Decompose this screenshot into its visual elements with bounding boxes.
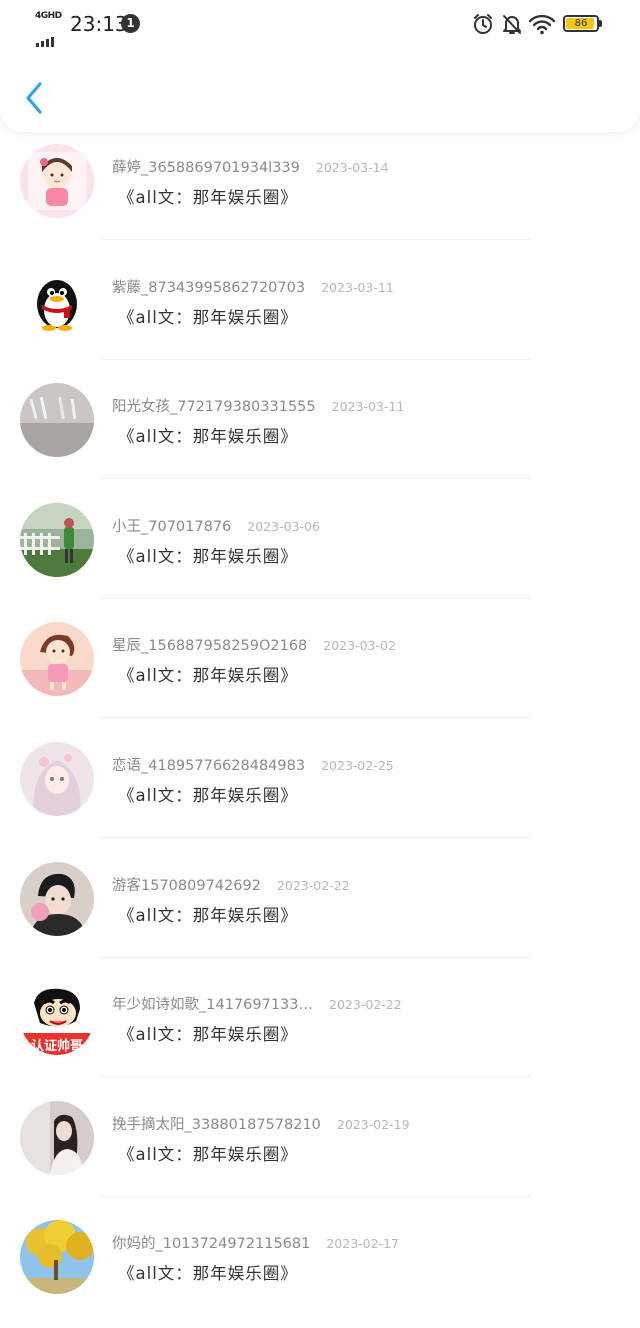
user-name-text: 恋语_41895776628484983 [112,757,306,774]
book-title: 《all文：那年娱乐圈》 [118,546,298,566]
book-title: 《all文：那年娱乐圈》 [118,1264,298,1284]
date: 2023-02-22 [276,877,350,893]
user-name: 恋语_41895776628484983 2023-02-25 [112,754,394,775]
avatar[interactable] [20,144,94,218]
list-item[interactable]: 挽手摘太阳_33880187578210 2023-02-19 《all文：那年娱… [0,1089,640,1209]
status-bar: 4GHD 23:13 1 86 [0,0,640,50]
date: 2023-02-17 [326,1236,400,1252]
avatar[interactable] [20,741,94,816]
divider [100,239,530,240]
book-title: 《all文：那年娱乐圈》 [118,905,298,925]
avatar[interactable] [20,1100,94,1175]
book-title: 《all文：那年娱乐圈》 [118,1144,298,1164]
avatar[interactable] [20,263,94,338]
signal-icon [36,25,56,47]
divider [100,358,530,360]
battery-level: 86 [574,18,588,29]
user-name: 星辰_156887958259O2168 2023-03-02 [112,634,396,655]
list-item[interactable]: 星辰_156887958259O2168 2023-03-02 《all文：那年娱… [0,610,640,730]
user-name: 挽手摘太阳_33880187578210 2023-02-19 [112,1113,410,1134]
user-name: 阳光女孩_772179380331555 2023-03-11 [112,395,404,416]
avatar[interactable] [20,622,94,697]
bell-off-icon [501,13,523,40]
notification-badge: 1 [121,14,140,33]
list-item[interactable]: 阳光女孩_772179380331555 2023-03-11 《all文：那年娱… [0,371,640,491]
wifi-icon [528,13,556,40]
date: 2023-03-11 [331,399,405,415]
alarm-icon [472,13,494,40]
user-name-text: 小王_707017876 [112,518,232,535]
avatar[interactable] [20,383,94,458]
user-name: 年少如诗如歌_1417697133… 2023-02-22 [112,993,402,1014]
avatar[interactable] [20,861,94,936]
date: 2023-02-22 [329,997,402,1013]
book-title: 《all文：那年娱乐圈》 [118,1025,298,1045]
divider [100,836,530,838]
user-name-text: 薛婷_3658869701934l339 [112,160,300,176]
date: 2023-03-11 [321,279,394,295]
avatar-badge-text: 认证帅哥 [31,1038,83,1054]
divider [100,717,530,719]
divider [100,1076,530,1078]
date: 2023-03-06 [247,518,320,534]
divider [100,956,530,958]
user-name: 小王_707017876 2023-03-06 [112,515,320,536]
battery-icon: 86 [563,15,602,32]
network-indicator: 4GHD [35,11,63,47]
user-name: 你妈的_1013724972115681 2023-02-17 [112,1232,399,1253]
back-button[interactable] [18,78,54,118]
divider [100,1195,530,1197]
divider [100,478,530,480]
book-title: 《all文：那年娱乐圈》 [118,666,298,686]
list-item[interactable]: 恋语_41895776628484983 2023-02-25 《all文：那年娱… [0,730,640,850]
chevron-left-icon [26,82,42,114]
user-name-text: 游客1570809742692 [112,877,261,894]
user-name-text: 阳光女孩_772179380331555 [112,399,316,416]
book-title: 《all文：那年娱乐圈》 [118,307,298,327]
divider [100,597,530,599]
user-name: 紫藤_87343995862720703 2023-03-11 [112,276,394,297]
date: 2023-02-19 [336,1116,410,1132]
book-title: 《all文：那年娱乐圈》 [118,785,298,805]
user-name-text: 星辰_156887958259O2168 [112,638,308,655]
avatar[interactable]: 认证帅哥 [20,981,94,1056]
avatar[interactable] [20,502,94,577]
list-item[interactable]: 紫藤_87343995862720703 2023-03-11 《all文：那年娱… [0,252,640,372]
user-name-text: 你妈的_1013724972115681 [112,1236,311,1253]
user-name-text: 紫藤_87343995862720703 [112,279,306,296]
user-name-text: 年少如诗如歌_1417697133… [112,997,314,1014]
user-name-text: 挽手摘太阳_33880187578210 [112,1116,321,1133]
date: 2023-03-14 [315,160,389,175]
clock: 23:13 [70,12,128,36]
date: 2023-03-02 [323,638,396,654]
list-item[interactable]: 游客1570809742692 2023-02-22 《all文：那年娱乐圈》 [0,850,640,970]
user-name: 游客1570809742692 2023-02-22 [112,874,350,895]
reader-list: 薛婷_3658869701934l339 2023-03-14 《all文：那年娱… [0,132,640,1328]
book-title: 《all文：那年娱乐圈》 [118,427,298,447]
book-title: 《all文：那年娱乐圈》 [118,188,298,207]
date: 2023-02-25 [321,757,394,773]
avatar[interactable] [20,1220,94,1295]
network-label: 4GHD [35,11,62,21]
user-name: 薛婷_3658869701934l339 2023-03-14 [112,156,389,177]
list-item[interactable]: 你妈的_1013724972115681 2023-02-17 《all文：那年娱… [0,1208,640,1328]
list-item[interactable]: 认证帅哥 年少如诗如歌_1417697133… 2023-02-22 《all文：… [0,969,640,1089]
list-item[interactable]: 薛婷_3658869701934l339 2023-03-14 《all文：那年娱… [0,132,640,252]
top-bar: 4GHD 23:13 1 86 [0,0,640,132]
list-item[interactable]: 小王_707017876 2023-03-06 《all文：那年娱乐圈》 [0,491,640,611]
